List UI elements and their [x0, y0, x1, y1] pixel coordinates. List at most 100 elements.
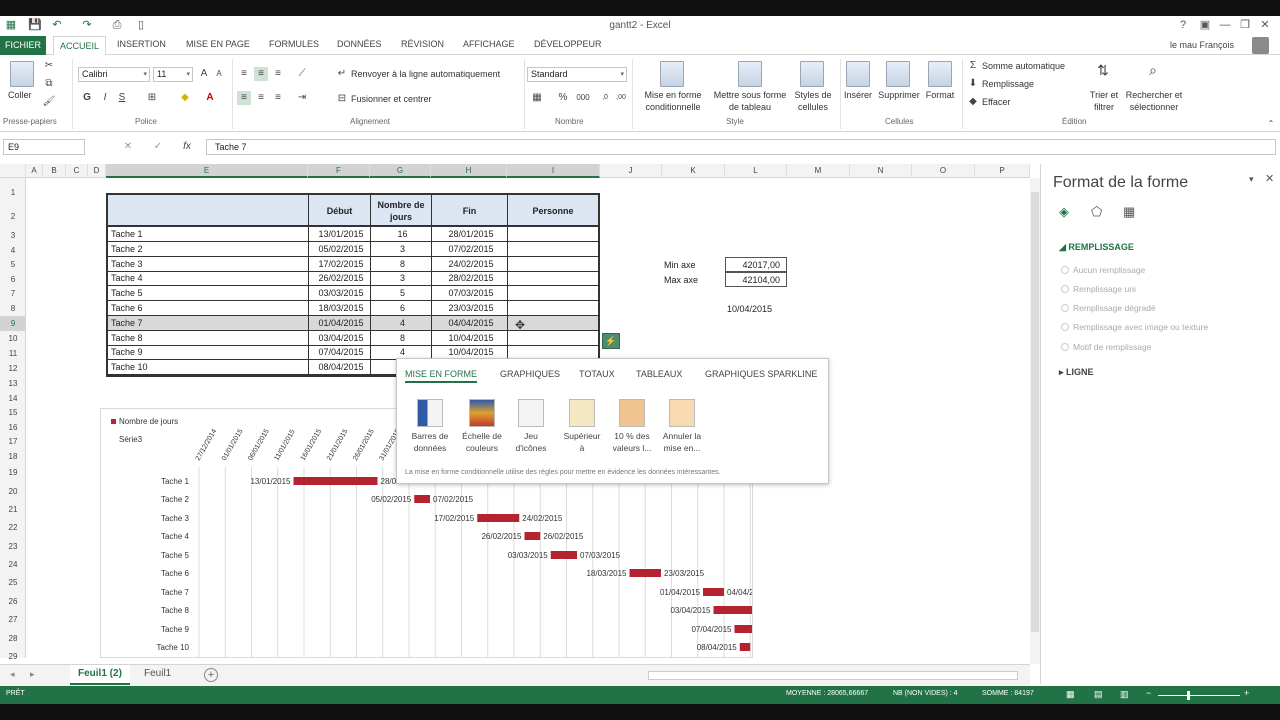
- format-as-table-button[interactable]: Mettre sous forme de tableau: [708, 89, 792, 113]
- zoom-slider[interactable]: [1158, 695, 1240, 696]
- qa-tab-mise-en-forme[interactable]: MISE EN FORME: [405, 369, 478, 383]
- sheet-tab-feuil1[interactable]: Feuil1: [136, 665, 179, 685]
- minimize-button[interactable]: —: [1216, 18, 1234, 32]
- icon-set-icon[interactable]: [518, 399, 544, 427]
- next-sheet-icon[interactable]: ▸: [30, 669, 35, 680]
- table-cell-jours[interactable]: 8: [370, 257, 431, 272]
- radio[interactable]: [1061, 323, 1069, 331]
- col-header-k[interactable]: K: [662, 164, 725, 178]
- table-cell-debut[interactable]: 03/03/2015: [308, 286, 370, 301]
- font-name-combo[interactable]: Calibri ▾: [78, 67, 150, 82]
- table-cell-jours[interactable]: 5: [370, 286, 431, 301]
- table-cell-jours[interactable]: 3: [370, 271, 431, 286]
- cell-styles-button[interactable]: Styles de cellules: [790, 89, 836, 113]
- align-bottom-icon[interactable]: ≡: [271, 67, 285, 81]
- sort-filter-button[interactable]: Trier et filtrer: [1086, 89, 1122, 113]
- row-header[interactable]: 26: [0, 592, 26, 611]
- prev-sheet-icon[interactable]: ◂: [10, 669, 15, 680]
- confirm-icon[interactable]: ✓: [151, 140, 165, 154]
- qa-tab-totaux[interactable]: TOTAUX: [579, 369, 615, 379]
- col-header-g[interactable]: G: [370, 164, 431, 178]
- col-header-f[interactable]: F: [308, 164, 370, 178]
- qa-tab-sparkline[interactable]: GRAPHIQUES SPARKLINE: [705, 369, 817, 379]
- qa-item-clear-format[interactable]: Annuler la mise en...: [657, 430, 707, 454]
- table-cell-task[interactable]: Tache 7: [108, 316, 308, 331]
- format-as-table-icon[interactable]: [738, 61, 762, 87]
- table-cell-task[interactable]: Tache 10: [108, 360, 308, 375]
- table-cell-debut[interactable]: 17/02/2015: [308, 257, 370, 272]
- insert-function-button[interactable]: fx: [180, 140, 194, 154]
- tab-insertion[interactable]: INSERTION: [117, 39, 166, 49]
- normal-view-icon[interactable]: ▦: [1066, 689, 1075, 700]
- collapse-ribbon-icon[interactable]: ⌃: [1264, 117, 1278, 131]
- tab-developpeur[interactable]: DÉVELOPPEUR: [534, 39, 602, 49]
- col-header-o[interactable]: O: [912, 164, 975, 178]
- row-header[interactable]: 21: [0, 501, 26, 519]
- table-cell-task[interactable]: Tache 5: [108, 286, 308, 301]
- color-scale-icon[interactable]: [469, 399, 495, 427]
- sheet-tab-feuil1-2[interactable]: Feuil1 (2): [70, 665, 130, 685]
- paste-button-label[interactable]: Coller: [8, 89, 32, 101]
- align-center-icon[interactable]: ≡: [254, 91, 268, 105]
- add-sheet-icon[interactable]: +: [204, 668, 218, 682]
- indent-icon[interactable]: ⇥: [295, 91, 309, 105]
- row-header[interactable]: 6: [0, 272, 26, 287]
- shrink-font-icon[interactable]: A: [212, 67, 226, 81]
- table-cell-task[interactable]: Tache 4: [108, 271, 308, 286]
- table-cell-jours[interactable]: 8: [370, 331, 431, 346]
- table-cell-fin[interactable]: 10/04/2015: [431, 331, 507, 346]
- table-cell-task[interactable]: Tache 9: [108, 345, 308, 360]
- row-header[interactable]: 15: [0, 406, 26, 420]
- row-header[interactable]: 11: [0, 346, 26, 361]
- table-cell-task[interactable]: Tache 8: [108, 331, 308, 346]
- data-bars-icon[interactable]: [417, 399, 443, 427]
- copy-icon[interactable]: ⧉: [42, 77, 56, 91]
- avatar[interactable]: [1252, 37, 1269, 54]
- col-header-b[interactable]: B: [43, 164, 66, 178]
- tab-affichage[interactable]: AFFICHAGE: [463, 39, 515, 49]
- tab-fichier[interactable]: FICHIER: [0, 36, 46, 55]
- vertical-scrollbar[interactable]: [1030, 178, 1040, 664]
- table-cell-fin[interactable]: 24/02/2015: [431, 257, 507, 272]
- table-cell-fin[interactable]: 23/03/2015: [431, 301, 507, 316]
- table-cell-debut[interactable]: 18/03/2015: [308, 301, 370, 316]
- clear-format-icon[interactable]: [669, 399, 695, 427]
- fill-option-none[interactable]: Aucun remplissage: [1061, 265, 1145, 275]
- format-painter-icon[interactable]: 🖌: [42, 95, 56, 109]
- row-header[interactable]: 1: [0, 180, 26, 206]
- currency-icon[interactable]: ▦: [530, 91, 544, 105]
- table-cell-fin[interactable]: 28/02/2015: [431, 271, 507, 286]
- qa-item-data-bars[interactable]: Barres de données: [405, 430, 455, 454]
- row-header[interactable]: 20: [0, 482, 26, 501]
- row-header[interactable]: 16: [0, 420, 26, 435]
- table-cell-personne[interactable]: [507, 227, 598, 242]
- tab-donnees[interactable]: DONNÉES: [337, 39, 382, 49]
- table-cell-debut[interactable]: 26/02/2015: [308, 271, 370, 286]
- min-axe-cell[interactable]: 42017,00: [725, 257, 787, 272]
- row-header[interactable]: 4: [0, 243, 26, 258]
- row-header[interactable]: 3: [0, 228, 26, 243]
- col-header-p[interactable]: P: [975, 164, 1030, 178]
- align-right-icon[interactable]: ≡: [271, 91, 285, 105]
- col-header-d[interactable]: D: [88, 164, 106, 178]
- merge-icon[interactable]: ⊟: [335, 92, 349, 106]
- col-header-e[interactable]: E: [106, 164, 308, 178]
- clear-icon[interactable]: ◆: [966, 95, 980, 109]
- grow-font-icon[interactable]: A: [197, 67, 211, 81]
- max-axe-cell[interactable]: 42104,00: [725, 272, 787, 287]
- page-break-icon[interactable]: ▥: [1120, 689, 1129, 700]
- qa-item-top-ten[interactable]: 10 % des valeurs l...: [607, 430, 657, 454]
- row-header[interactable]: 17: [0, 435, 26, 449]
- insert-button[interactable]: Insérer: [842, 89, 874, 101]
- row-header[interactable]: 8: [0, 301, 26, 316]
- fill-option-gradient[interactable]: Remplissage dégradé: [1061, 303, 1156, 313]
- table-cell-task[interactable]: Tache 1: [108, 227, 308, 242]
- close-button[interactable]: ✕: [1256, 18, 1274, 32]
- row-header[interactable]: 13: [0, 376, 26, 391]
- align-top-icon[interactable]: ≡: [237, 67, 251, 81]
- table-cell-debut[interactable]: 08/04/2015: [308, 360, 370, 375]
- zoom-slider-thumb[interactable]: [1187, 691, 1190, 700]
- table-cell-debut[interactable]: 05/02/2015: [308, 242, 370, 257]
- fill-option-pattern[interactable]: Motif de remplissage: [1061, 342, 1151, 352]
- conditional-formatting-button[interactable]: Mise en forme conditionnelle: [636, 89, 710, 113]
